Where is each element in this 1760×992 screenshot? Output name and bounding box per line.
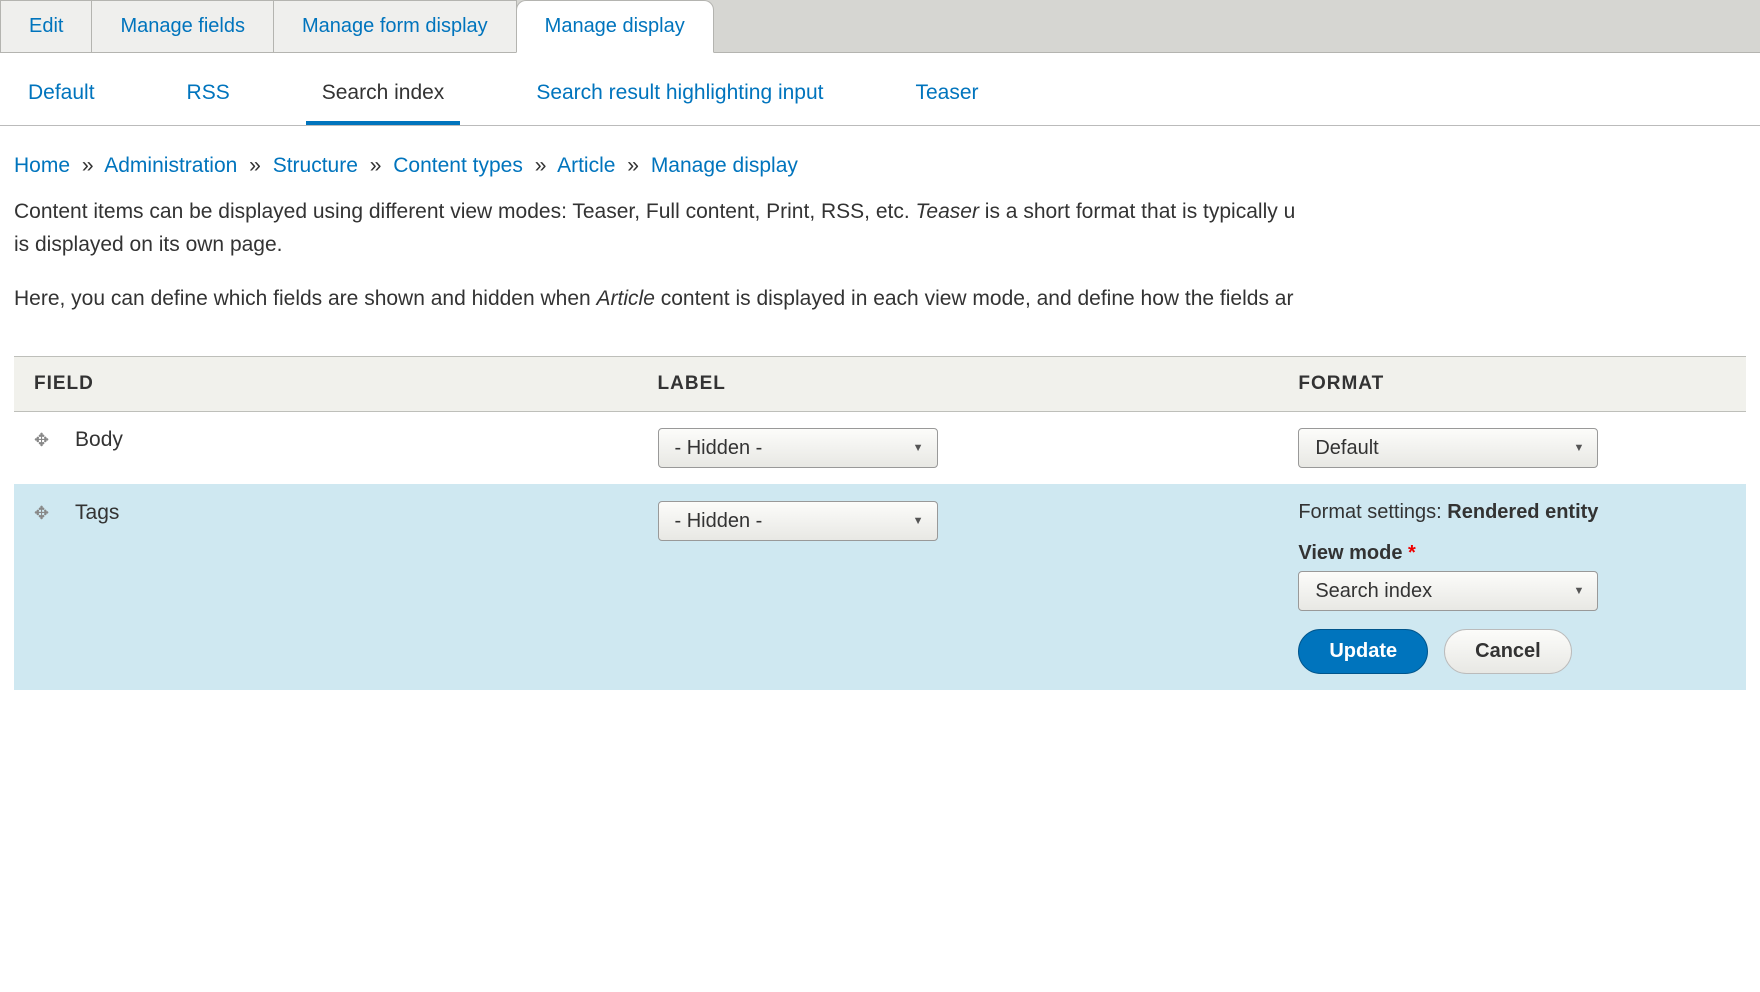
view-mode-label: View mode * [1298,542,1726,565]
breadcrumb-separator: » [82,154,94,177]
breadcrumb-administration[interactable]: Administration [104,154,237,177]
cancel-button[interactable]: Cancel [1444,629,1572,674]
breadcrumb: Home » Administration » Structure » Cont… [14,154,1746,178]
subtab-rss[interactable]: RSS [171,53,246,125]
help-text-2: Here, you can define which fields are sh… [14,283,1746,316]
breadcrumb-separator: » [249,154,261,177]
drag-handle-icon[interactable]: ✥ [34,430,58,451]
help-text-em: Teaser [916,200,979,223]
breadcrumb-manage-display[interactable]: Manage display [651,154,798,177]
tab-manage-fields[interactable]: Manage fields [91,0,274,52]
help-text-em: Article [597,287,655,310]
help-text-span: Content items can be displayed using dif… [14,200,916,223]
format-settings-prefix: Format settings: [1298,501,1447,523]
format-settings-value: Rendered entity [1447,501,1598,523]
update-button[interactable]: Update [1298,629,1428,674]
format-settings-text: Format settings: Rendered entity [1298,501,1726,524]
field-name: Body [75,428,123,451]
primary-tabs: Edit Manage fields Manage form display M… [0,0,1760,53]
help-text-span: is displayed on its own page. [14,233,283,256]
table-row: ✥ Tags - Hidden - Format settings: Rende… [14,484,1746,690]
help-text-span: is a short format that is typically u [979,200,1295,223]
label-select-tags[interactable]: - Hidden - [658,501,938,541]
view-mode-select[interactable]: Search index [1298,571,1598,611]
breadcrumb-separator: » [627,154,639,177]
help-text-1: Content items can be displayed using dif… [14,196,1746,261]
drag-handle-icon[interactable]: ✥ [34,503,58,524]
content-region: Home » Administration » Structure » Cont… [0,126,1760,719]
breadcrumb-content-types[interactable]: Content types [393,154,523,177]
required-marker: * [1408,542,1416,564]
breadcrumb-separator: » [535,154,547,177]
tab-manage-display[interactable]: Manage display [516,0,714,53]
button-row: Update Cancel [1298,629,1726,674]
fields-table: FIELD LABEL FORMAT ✥ Body - Hidden - [14,356,1746,691]
field-name: Tags [75,501,119,524]
table-header-field: FIELD [14,356,638,411]
subtab-teaser[interactable]: Teaser [900,53,995,125]
tab-edit[interactable]: Edit [0,0,92,52]
table-header-label: LABEL [638,356,1279,411]
tab-manage-form-display[interactable]: Manage form display [273,0,517,52]
breadcrumb-structure[interactable]: Structure [273,154,358,177]
breadcrumb-separator: » [370,154,382,177]
breadcrumb-article[interactable]: Article [557,154,615,177]
breadcrumb-home[interactable]: Home [14,154,70,177]
subtab-default[interactable]: Default [12,53,111,125]
table-header-format: FORMAT [1278,356,1746,411]
table-row: ✥ Body - Hidden - Default [14,411,1746,484]
help-text-span: Here, you can define which fields are sh… [14,287,597,310]
label-select-body[interactable]: - Hidden - [658,428,938,468]
help-text-span: content is displayed in each view mode, … [655,287,1294,310]
subtab-search-index[interactable]: Search index [306,53,461,125]
secondary-tabs: Default RSS Search index Search result h… [0,53,1760,126]
format-select-body[interactable]: Default [1298,428,1598,468]
subtab-search-result-highlighting[interactable]: Search result highlighting input [520,53,839,125]
